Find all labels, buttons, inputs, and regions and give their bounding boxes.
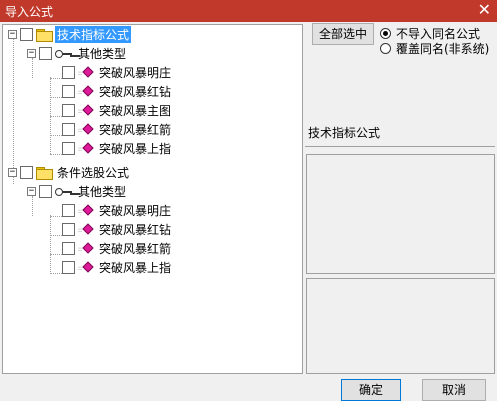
item-checkbox[interactable]	[62, 104, 75, 117]
tree-node-label: 技术指标公式	[55, 26, 132, 43]
item-checkbox[interactable]	[62, 85, 75, 98]
item-checkbox[interactable]	[62, 142, 75, 155]
tree-line	[50, 97, 62, 98]
subgroup-checkbox[interactable]	[39, 185, 52, 198]
formula-description-box	[306, 154, 495, 274]
minus-expander-icon[interactable]: −	[8, 30, 17, 39]
radio-overwrite[interactable]: 覆盖同名(非系统)	[380, 40, 489, 57]
formula-gem-icon: ::	[78, 203, 94, 217]
tree-node-other-type[interactable]: − 其他类型	[27, 44, 128, 63]
tree-item-formula[interactable]: :: 突破风暴红钻	[62, 220, 173, 239]
tree-item-label: 突破风暴主图	[99, 104, 172, 118]
item-checkbox[interactable]	[62, 66, 75, 79]
divider	[305, 146, 495, 147]
tree-item-label: 突破风暴红箭	[99, 123, 172, 137]
tree-item-label: 突破风暴上指	[99, 261, 172, 275]
group-checkbox[interactable]	[20, 28, 33, 41]
window-title: 导入公式	[5, 5, 54, 19]
formula-gem-icon: ::	[78, 222, 94, 236]
item-checkbox[interactable]	[62, 123, 75, 136]
ok-button[interactable]: 确定	[341, 379, 401, 401]
tree-item-label: 突破风暴红钻	[99, 85, 172, 99]
item-checkbox[interactable]	[62, 261, 75, 274]
tree-item-label: 突破风暴红箭	[99, 242, 172, 256]
tree-node-stock-selection[interactable]: − 条件选股公式	[8, 163, 131, 182]
minus-expander-icon[interactable]: −	[27, 49, 36, 58]
folder-icon	[36, 28, 53, 42]
folder-icon	[36, 166, 53, 180]
subgroup-checkbox[interactable]	[39, 47, 52, 60]
formula-tree[interactable]: − 技术指标公式 − 其他类型 :: 突破风暴明庄 :: 突破风暴红钻 :: 突…	[2, 24, 303, 374]
key-icon	[55, 49, 73, 59]
item-checkbox[interactable]	[62, 242, 75, 255]
tree-line	[50, 254, 62, 255]
cancel-button[interactable]: 取消	[422, 379, 486, 401]
formula-name-label: 技术指标公式	[308, 126, 381, 140]
item-checkbox[interactable]	[62, 223, 75, 236]
tree-item-formula[interactable]: :: 突破风暴上指	[62, 139, 173, 158]
formula-gem-icon: ::	[78, 241, 94, 255]
tree-line	[50, 154, 62, 155]
tree-item-label: 突破风暴明庄	[99, 204, 172, 218]
key-icon	[55, 187, 73, 197]
tree-item-label: 突破风暴红钻	[99, 223, 172, 237]
tree-node-other-type[interactable]: − 其他类型	[27, 182, 128, 201]
tree-line	[50, 78, 62, 79]
title-bar: 导入公式 ✕	[0, 0, 497, 22]
tree-item-label: 突破风暴明庄	[99, 66, 172, 80]
tree-line	[50, 135, 62, 136]
tree-item-formula[interactable]: :: 突破风暴明庄	[62, 201, 173, 220]
formula-gem-icon: ::	[78, 260, 94, 274]
tree-item-label: 突破风暴上指	[99, 142, 172, 156]
tree-item-formula[interactable]: :: 突破风暴红钻	[62, 82, 173, 101]
tree-line	[50, 235, 62, 236]
formula-gem-icon: ::	[78, 122, 94, 136]
item-checkbox[interactable]	[62, 204, 75, 217]
formula-gem-icon: ::	[78, 141, 94, 155]
group-checkbox[interactable]	[20, 166, 33, 179]
tree-node-label: 其他类型	[78, 185, 127, 199]
minus-expander-icon[interactable]: −	[27, 187, 36, 196]
formula-gem-icon: ::	[78, 65, 94, 79]
tree-item-formula[interactable]: :: 突破风暴红箭	[62, 120, 173, 139]
tree-node-technical-indicators[interactable]: − 技术指标公式	[8, 25, 132, 44]
formula-gem-icon: ::	[78, 103, 94, 117]
tree-line	[50, 273, 62, 274]
tree-item-formula[interactable]: :: 突破风暴上指	[62, 258, 173, 277]
tree-line	[50, 215, 51, 272]
select-all-button[interactable]: 全部选中	[312, 23, 374, 45]
tree-node-label: 其他类型	[78, 47, 127, 61]
tree-item-formula[interactable]: :: 突破风暴明庄	[62, 63, 173, 82]
radio-overwrite-label: 覆盖同名(非系统)	[396, 42, 490, 56]
formula-params-box	[306, 278, 495, 374]
tree-item-formula[interactable]: :: 突破风暴红箭	[62, 239, 173, 258]
tree-line	[50, 216, 62, 217]
tree-node-label: 条件选股公式	[57, 166, 130, 180]
minus-expander-icon[interactable]: −	[8, 168, 17, 177]
close-icon[interactable]: ✕	[478, 1, 491, 19]
tree-line	[50, 116, 62, 117]
formula-gem-icon: ::	[78, 84, 94, 98]
tree-item-formula[interactable]: :: 突破风暴主图	[62, 101, 173, 120]
radio-dot-icon[interactable]	[380, 43, 391, 54]
radio-dot-icon[interactable]	[380, 28, 391, 39]
